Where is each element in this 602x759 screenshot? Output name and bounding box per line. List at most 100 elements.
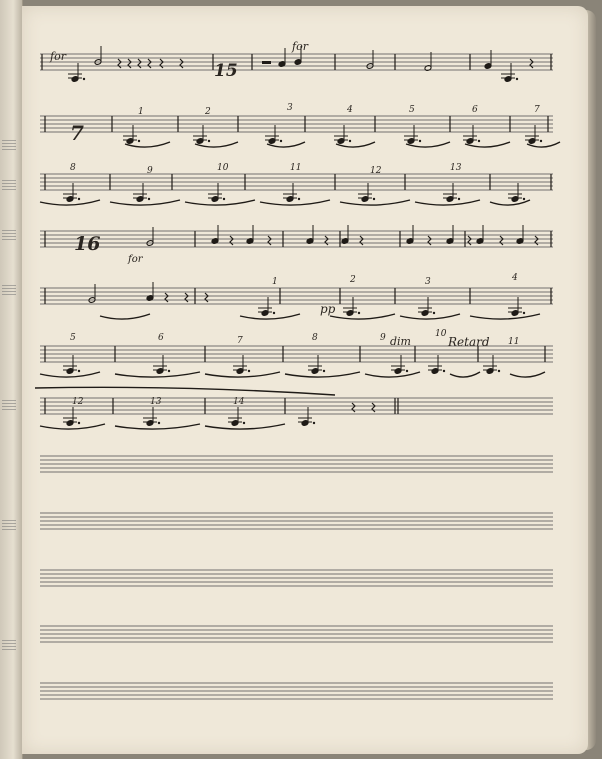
rest	[351, 402, 356, 413]
dot	[157, 421, 161, 425]
measure-count: 11	[508, 337, 519, 347]
measure-count: 11	[290, 163, 301, 173]
measure-count: 8	[312, 333, 318, 343]
staff-written	[40, 173, 553, 191]
dot	[77, 421, 81, 425]
rest	[371, 402, 376, 413]
measure-count: 12	[72, 397, 84, 407]
rest	[147, 58, 152, 69]
dot	[167, 369, 171, 373]
measure-count: 9	[147, 166, 153, 176]
staff-blank	[40, 569, 553, 587]
slur	[489, 199, 531, 206]
rest-measure-number: 7	[70, 121, 84, 145]
dynamic-marking: pp	[320, 302, 336, 316]
rest	[427, 235, 432, 246]
measure-count: 8	[70, 163, 76, 173]
staff-written	[40, 287, 553, 305]
slur	[34, 386, 336, 396]
measure-count: 3	[287, 103, 293, 113]
rest	[359, 235, 364, 246]
rest	[204, 292, 209, 303]
dot	[137, 139, 141, 143]
annotation-for: for	[127, 254, 144, 265]
staff-blank	[40, 455, 553, 473]
measure-count: 5	[70, 333, 76, 343]
notation	[63, 46, 543, 426]
measure-count: 1	[272, 277, 278, 287]
measure-count: 2	[349, 275, 356, 285]
slur	[469, 313, 541, 320]
measure-count: 12	[370, 166, 382, 176]
dot	[418, 139, 422, 143]
rest	[127, 58, 132, 69]
dot	[82, 77, 86, 81]
dot	[522, 197, 526, 201]
measure-count: 4	[511, 273, 518, 283]
measure-count: 3	[425, 277, 431, 287]
rest	[499, 235, 504, 246]
rest	[179, 58, 184, 69]
measure-count: 4	[346, 105, 353, 115]
rest-measure-number: 16	[74, 233, 100, 255]
rest	[229, 235, 234, 246]
measure-count: 2	[204, 107, 211, 117]
rest	[324, 235, 329, 246]
measure-count: 10	[435, 329, 447, 339]
dot	[405, 369, 409, 373]
slur	[99, 313, 151, 320]
staff-lines	[40, 53, 553, 700]
rest	[164, 292, 169, 303]
dot	[357, 311, 361, 315]
rest	[534, 235, 539, 246]
dot	[77, 197, 81, 201]
dot	[522, 311, 526, 315]
measure-count: 13	[450, 163, 462, 173]
rest	[529, 58, 534, 69]
slur	[509, 371, 546, 378]
dot	[272, 311, 276, 315]
dot	[207, 139, 211, 143]
annotation-dim: dim	[390, 335, 411, 348]
dot	[442, 369, 446, 373]
whole-rest	[262, 61, 271, 64]
staff-blank	[40, 512, 553, 530]
measure-count: 10	[217, 163, 229, 173]
slur	[114, 423, 201, 430]
annotation-retard: Retard	[447, 335, 490, 349]
measure-count: 6	[472, 105, 478, 115]
slurs	[34, 141, 561, 430]
staff-written	[40, 230, 553, 248]
dot	[348, 139, 352, 143]
slur	[284, 371, 361, 378]
measure-count: 14	[233, 397, 245, 407]
measure-count: 7	[237, 336, 243, 346]
staff-written	[40, 115, 553, 133]
dot	[372, 197, 376, 201]
rest	[159, 58, 164, 69]
slur	[329, 313, 396, 320]
music-manuscript: for for for 15 7 16 pp dim Retard 123456…	[34, 40, 561, 700]
annotation-for: for	[291, 40, 309, 53]
slur	[339, 199, 411, 206]
dot	[432, 311, 436, 315]
dot	[297, 197, 301, 201]
dot	[77, 369, 81, 373]
dot	[247, 369, 251, 373]
measure-count: 7	[534, 105, 540, 115]
slur	[399, 313, 461, 320]
slur	[239, 313, 301, 320]
rest	[184, 292, 189, 303]
rest	[467, 235, 472, 246]
rest	[117, 58, 122, 69]
dot	[279, 139, 283, 143]
dot	[242, 421, 246, 425]
slur	[449, 371, 481, 378]
annotation-for: for	[49, 50, 67, 63]
slur	[109, 199, 181, 206]
dot	[515, 77, 519, 81]
rest	[267, 235, 272, 246]
dot	[222, 197, 226, 201]
dot	[322, 369, 326, 373]
measure-count: 1	[138, 107, 144, 117]
